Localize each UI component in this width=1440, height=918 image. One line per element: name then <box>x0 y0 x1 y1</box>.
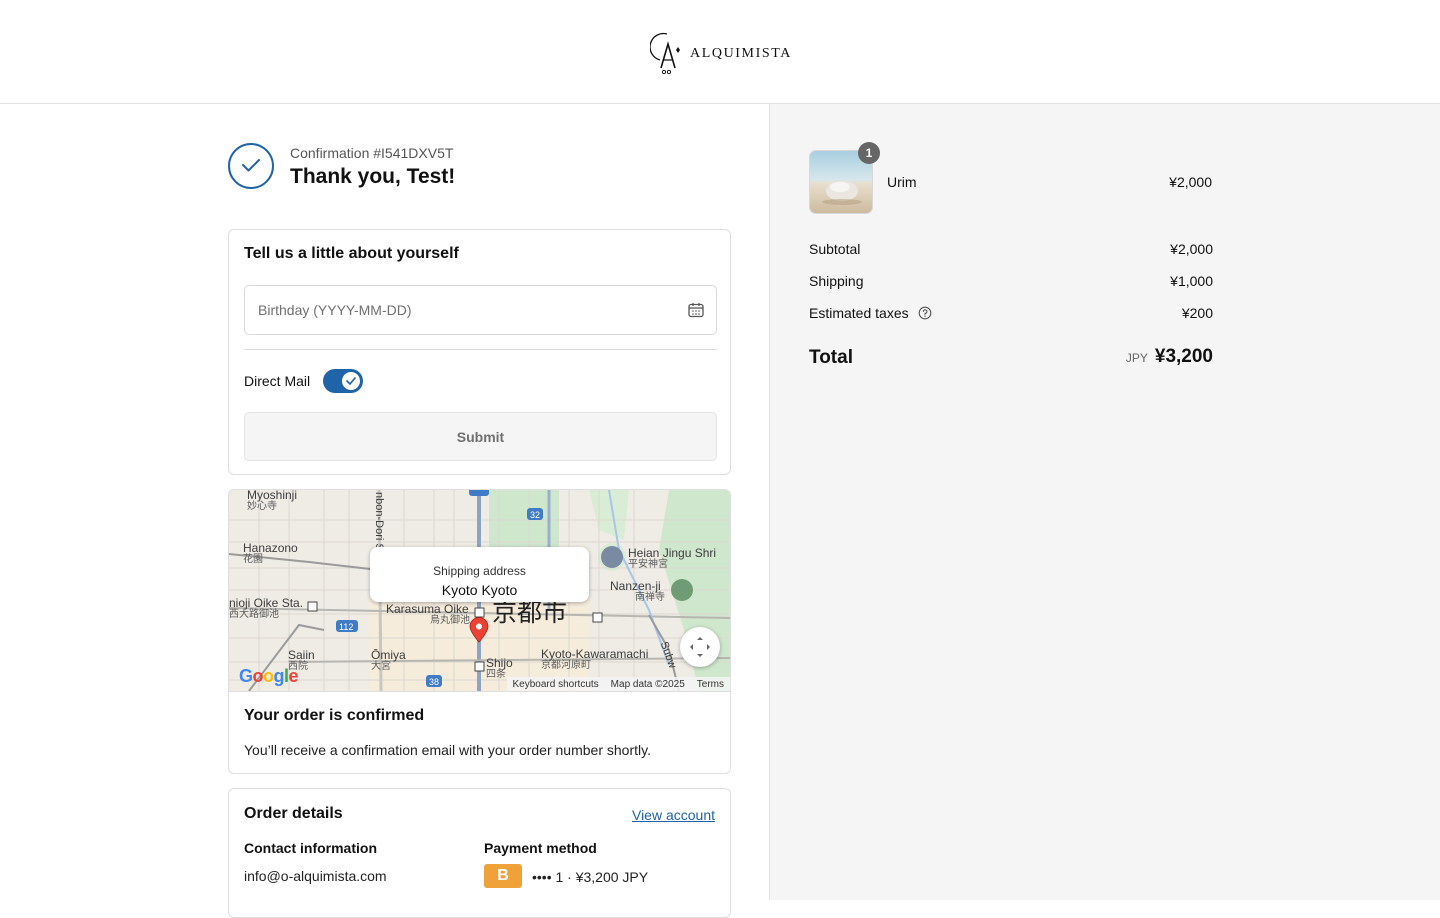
tooltip-address: Kyoto Kyoto <box>441 582 518 598</box>
map-label: nioji Oike Sta. 西大路御池 <box>229 596 304 620</box>
map-terms-link[interactable]: Terms <box>697 679 724 690</box>
quantity-badge: 1 <box>858 142 880 164</box>
total-currency: JPY <box>1125 351 1148 365</box>
order-confirmed-card: Myoshinji 妙心寺 Hanazono 花園 nioji Oike Sta. 西… <box>228 489 731 774</box>
contact-info-heading: Contact information <box>244 840 377 856</box>
check-circle-icon <box>228 143 274 189</box>
order-details-title: Order details <box>244 805 343 822</box>
map-label: Ōmiya 大宮 <box>371 648 406 672</box>
map-label: nbon-Dori S <box>373 492 385 551</box>
location-pin-icon[interactable] <box>469 617 489 648</box>
thank-you-heading: Thank you, Test! <box>290 165 456 188</box>
total-row: Total JPY ¥3,200 <box>809 346 1213 369</box>
map-fullscreen-button[interactable] <box>680 627 720 667</box>
brand-name: ALQUIMISTA <box>690 46 792 61</box>
route-badge: 38 <box>429 677 440 687</box>
total-value: ¥3,200 <box>1154 346 1213 367</box>
birthday-input[interactable] <box>256 301 687 319</box>
map-city-label: 京都市 <box>492 599 568 627</box>
map-label: Nanzen-ji 南禅寺 <box>610 579 665 603</box>
product-name: Urim <box>887 174 917 190</box>
map-label: Hanazono 花園 <box>243 541 298 565</box>
map-label: Karasuma Oike 烏丸御池 <box>386 602 470 626</box>
subtotal-label: Subtotal <box>809 241 861 257</box>
taxes-value: ¥200 <box>1181 305 1213 321</box>
payment-method-heading: Payment method <box>484 840 597 856</box>
about-yourself-title: Tell us a little about yourself <box>244 245 459 262</box>
total-label: Total <box>809 347 853 368</box>
shipping-map[interactable]: Myoshinji 妙心寺 Hanazono 花園 nioji Oike Sta. 西… <box>229 490 730 692</box>
expand-arrows-icon <box>690 637 710 657</box>
contact-email: info@o-alquimista.com <box>244 868 387 884</box>
direct-mail-label: Direct Mail <box>244 373 311 389</box>
header: ALQUIMISTA <box>0 0 1440 104</box>
taxes-label: Estimated taxes <box>809 305 909 321</box>
question-circle-icon[interactable] <box>918 306 932 320</box>
taxes-row: Estimated taxes ¥200 <box>809 305 1213 321</box>
map-footer: Keyboard shortcuts Map data ©2025 Terms <box>506 677 730 691</box>
route-badge: 112 <box>339 622 354 632</box>
divider <box>244 349 717 350</box>
shipping-label: Shipping <box>809 273 864 289</box>
shipping-row: Shipping ¥1,000 <box>809 273 1213 289</box>
map-label: Kyoto-Kawaramachi 京都河原町 <box>541 647 649 671</box>
map-label: Heian Jingu Shri 平安神宮 <box>628 546 717 570</box>
tooltip-title: Shipping address <box>433 564 526 578</box>
google-logo[interactable]: Google <box>239 666 299 687</box>
checkmark-icon <box>346 377 356 385</box>
submit-button[interactable]: Submit <box>244 412 717 461</box>
subtotal-row: Subtotal ¥2,000 <box>809 241 1213 257</box>
calendar-icon[interactable] <box>687 301 705 319</box>
alquimista-logo-icon <box>650 32 680 75</box>
order-details-card: Order details View account Contact infor… <box>228 788 731 918</box>
map-data-attribution: Map data ©2025 <box>610 678 685 690</box>
direct-mail-toggle[interactable] <box>323 369 363 393</box>
payment-brand-icon: B <box>484 864 522 888</box>
product-price: ¥2,000 <box>1169 174 1212 190</box>
route-badge: 32 <box>530 510 541 520</box>
keyboard-shortcuts-link[interactable]: Keyboard shortcuts <box>513 679 599 690</box>
about-yourself-card: Tell us a little about yourself Direct M… <box>228 229 731 475</box>
order-summary: 1 Urim ¥2,000 Subtotal ¥2,000 Shipping ¥… <box>769 104 1440 900</box>
map-label: Myoshinji 妙心寺 <box>247 490 298 512</box>
subtotal-value: ¥2,000 <box>1170 241 1213 257</box>
order-confirmed-title: Your order is confirmed <box>244 707 425 724</box>
toggle-knob <box>342 372 360 390</box>
birthday-field[interactable] <box>244 285 717 335</box>
order-confirmed-text: You’ll receive a confirmation email with… <box>244 742 651 758</box>
shipping-address-tooltip: Shipping address Kyoto Kyoto <box>370 547 589 602</box>
brand-logo[interactable]: ALQUIMISTA <box>650 30 792 76</box>
shipping-value: ¥1,000 <box>1170 273 1213 289</box>
confirmation-number: Confirmation #I541DXV5T <box>290 145 454 161</box>
view-account-link[interactable]: View account <box>632 807 715 823</box>
payment-details: •••• 1 · ¥3,200 JPY <box>532 869 649 885</box>
